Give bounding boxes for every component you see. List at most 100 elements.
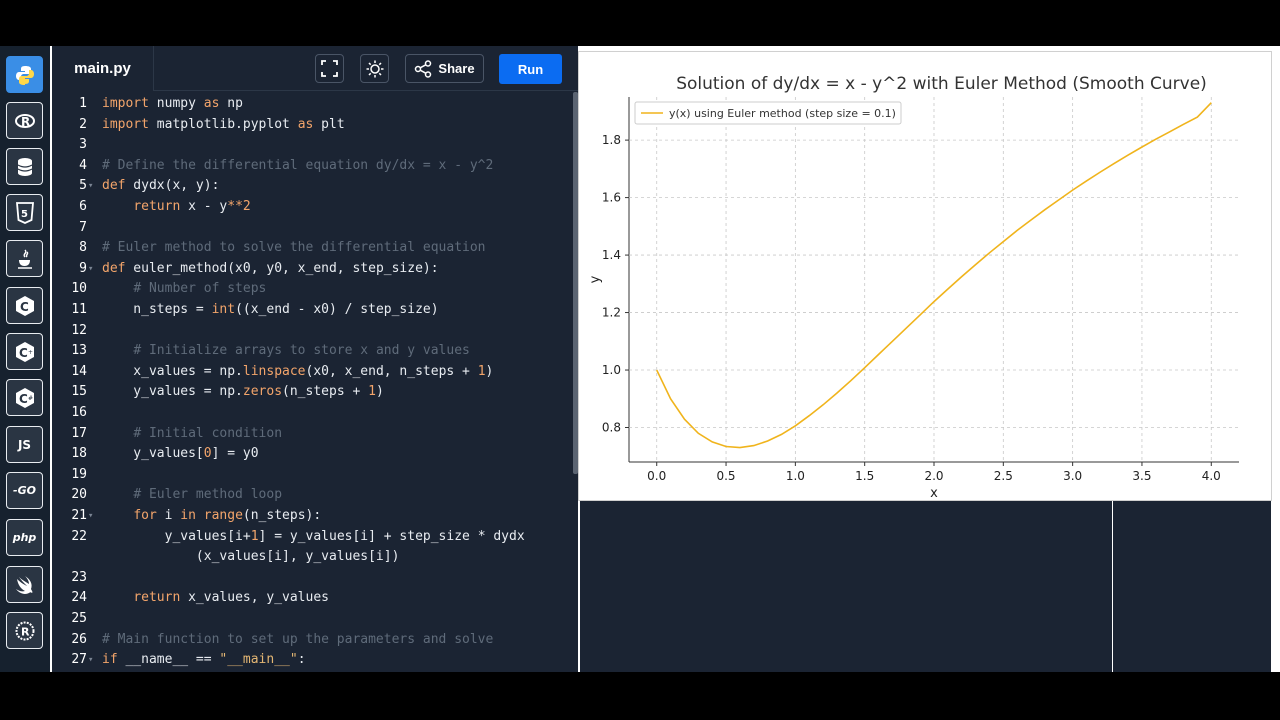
cpp-icon[interactable]: C + [6, 333, 43, 370]
code-line[interactable]: 13 # Initialize arrays to store x and y … [52, 341, 578, 361]
code-line[interactable]: 1 import numpy as np [52, 94, 578, 114]
java-icon[interactable] [6, 240, 43, 277]
line-code: # Define the differential equation dy/dx… [102, 156, 493, 176]
line-code: # Number of steps [102, 279, 266, 299]
svg-text:#: # [28, 395, 33, 402]
code-line[interactable]: 20 # Euler method loop [52, 485, 578, 505]
line-code: # Initial condition [102, 424, 282, 444]
c-icon[interactable]: C [6, 287, 43, 324]
code-token: (x0, x_end, n_steps + [305, 363, 478, 379]
fold-arrow-icon[interactable]: ▾ [88, 259, 93, 279]
code-line[interactable]: 9 ▾ def euler_method(x0, y0, x_end, step_s… [52, 259, 578, 279]
code-line[interactable]: 16 [52, 403, 578, 423]
code-line[interactable]: 22 y_values[i+1] = y_values[i] + step_si… [52, 527, 578, 547]
x-tick-label: 2.0 [924, 469, 943, 483]
swift-icon[interactable] [6, 566, 43, 603]
r-icon[interactable]: R [6, 102, 43, 139]
fold-arrow-icon[interactable]: ▾ [88, 506, 93, 526]
run-button[interactable]: Run [499, 54, 562, 84]
code-line[interactable]: 12 [52, 321, 578, 341]
code-token: import [102, 96, 149, 111]
code-token: 2 [242, 199, 251, 214]
code-line[interactable]: 5 ▾ def dydx(x, y): [52, 176, 578, 196]
javascript-label: JS [17, 437, 32, 452]
line-number: 16 [71, 405, 87, 420]
code-line[interactable]: 8 # Euler method to solve the differentia… [52, 238, 578, 258]
code-line[interactable]: 24 return x_values, y_values [52, 588, 578, 608]
code-line[interactable]: 21 ▾ for i in range(n_steps): [52, 506, 578, 526]
go-icon[interactable]: -GO [6, 472, 43, 509]
line-code: (x_values[i], y_values[i]) [102, 547, 400, 567]
line-code: x_values = np.linspace(x0, x_end, n_step… [102, 362, 493, 382]
line-code: # Initialize arrays to store x and y val… [102, 341, 470, 361]
code-token: if [102, 652, 118, 668]
line-code: for i in range(n_steps): [102, 506, 321, 526]
code-token: np [219, 96, 243, 111]
y-tick-label: 1.2 [602, 306, 621, 320]
chart-title: Solution of dy/dx = x - y^2 with Euler M… [676, 74, 1207, 94]
code-token: n_steps = [102, 302, 212, 317]
x-tick-label: 1.5 [855, 469, 874, 483]
code-line[interactable]: 19 [52, 465, 578, 485]
code-token: x - y [180, 199, 228, 214]
code-token: # Main function to set up the parameters… [102, 631, 494, 647]
line-code: # Euler method loop [102, 485, 282, 505]
theme-toggle-button[interactable] [360, 54, 389, 83]
csharp-icon[interactable]: C # [6, 379, 43, 416]
x-tick-label: 0.0 [647, 469, 666, 483]
code-line[interactable]: 23 [52, 568, 578, 588]
code-line[interactable]: 18 y_values[0] = y0 [52, 444, 578, 464]
share-button[interactable]: Share [405, 54, 484, 83]
code-line[interactable]: (x_values[i], y_values[i]) [52, 547, 578, 567]
php-icon[interactable]: php [6, 519, 43, 556]
line-code: def euler_method(x0, y0, x_end, step_siz… [102, 259, 439, 279]
sql-icon[interactable] [6, 148, 43, 185]
line-number: 3 [79, 137, 87, 153]
code-token: as [203, 96, 220, 111]
rust-icon[interactable]: R [6, 612, 43, 649]
x-tick-label: 3.5 [1132, 469, 1151, 483]
code-token: 1 [368, 384, 376, 400]
app-frame: R 5 C C + C # JS -GO php R main.py Share… [0, 46, 1280, 672]
series-line [655, 102, 1212, 449]
code-line[interactable]: 15 y_values = np.zeros(n_steps + 1) [52, 382, 578, 402]
line-number: 23 [71, 569, 87, 585]
code-token: linspace [242, 363, 306, 379]
code-line[interactable]: 14 x_values = np.linspace(x0, x_end, n_s… [52, 362, 578, 382]
code-line[interactable]: 2 import matplotlib.pyplot as plt [52, 115, 578, 135]
code-line[interactable]: 6 return x - y**2 [52, 197, 578, 217]
line-code: # Main function to set up the parameters… [102, 630, 493, 650]
fold-arrow-icon[interactable]: ▾ [88, 176, 93, 196]
code-line[interactable]: 10 # Number of steps [52, 279, 578, 299]
code-line[interactable]: 4 # Define the differential equation dy/d… [52, 156, 578, 176]
html5-icon[interactable]: 5 [6, 194, 43, 231]
python-icon[interactable] [6, 56, 43, 93]
editor-toolbar: main.py Share Run [52, 46, 578, 91]
code-line[interactable]: 7 [52, 218, 578, 238]
fold-arrow-icon[interactable]: ▾ [88, 650, 93, 670]
code-line[interactable]: 11 n_steps = int((x_end - x0) / step_siz… [52, 300, 578, 320]
code-token: return [133, 199, 181, 214]
code-line[interactable]: 26 # Main function to set up the paramete… [52, 630, 578, 650]
y-axis-label: y [588, 275, 603, 283]
line-number: 17 [71, 425, 87, 441]
line-code: if __name__ == "__main__": [102, 650, 306, 670]
code-line[interactable]: 25 [52, 609, 578, 629]
x-tick-label: 1.0 [786, 469, 805, 483]
code-line[interactable]: 3 [52, 135, 578, 155]
fullscreen-button[interactable] [315, 54, 344, 83]
code-area[interactable]: 1 import numpy as np 2 import matplotlib.py… [52, 92, 578, 672]
javascript-icon[interactable]: JS [6, 426, 43, 463]
code-line[interactable]: 17 # Initial condition [52, 424, 578, 444]
line-number: 24 [71, 590, 87, 606]
line-number: 11 [71, 302, 87, 317]
code-line[interactable]: 27 ▾ if __name__ == "__main__": [52, 650, 578, 670]
y-tick-label: 1.8 [602, 133, 621, 147]
code-token: (x_values[i], y_values[i]) [102, 549, 400, 565]
tab-main-py[interactable]: main.py [52, 46, 154, 91]
code-token: 0 [203, 446, 212, 462]
